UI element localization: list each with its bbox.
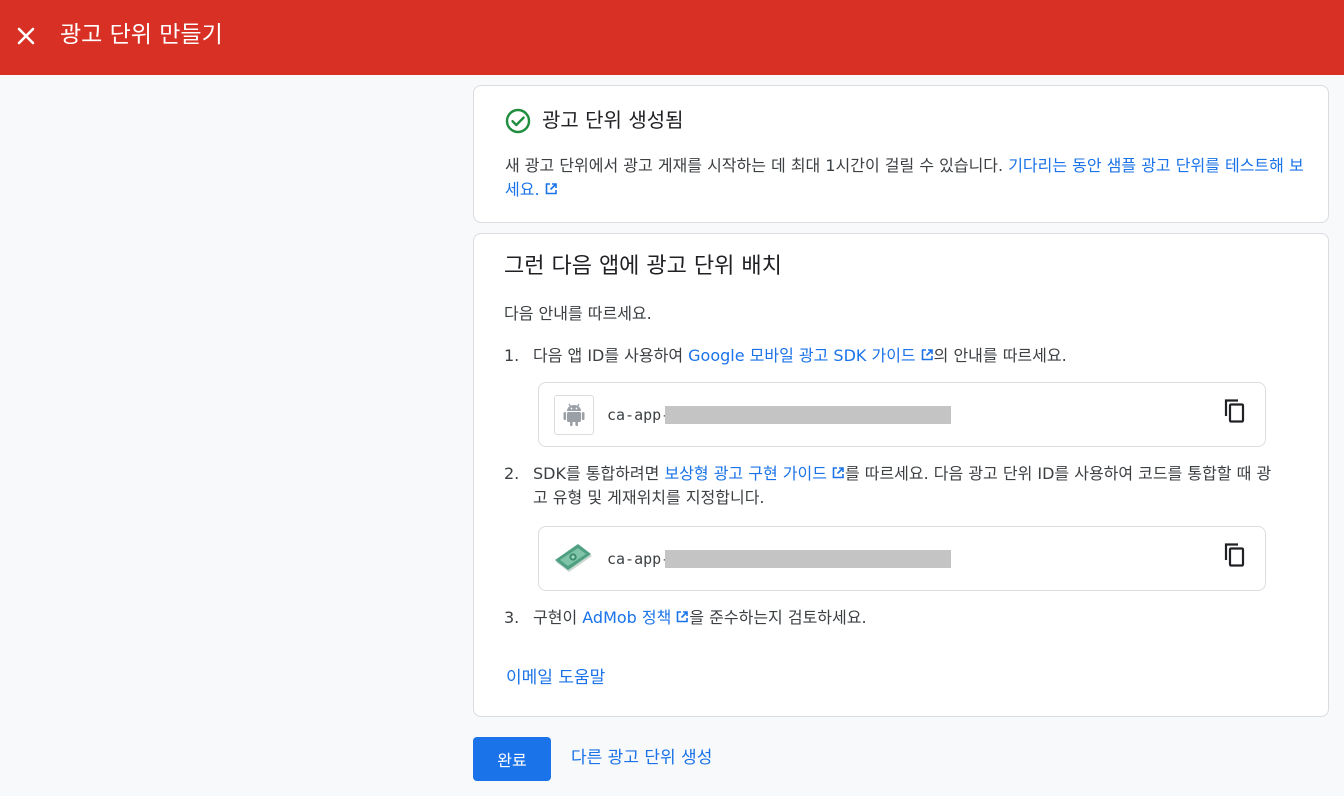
- email-help-link[interactable]: 이메일 도움말: [506, 666, 605, 690]
- admob-policy-link[interactable]: AdMob 정책: [582, 608, 689, 627]
- top-app-bar: 광고 단위 만들기: [0, 0, 1344, 75]
- mobile-ads-sdk-guide-link-text: Google 모바일 광고 SDK 가이드: [688, 346, 916, 365]
- external-link-icon: [677, 611, 689, 623]
- placement-intro: 다음 안내를 따르세요.: [504, 304, 652, 323]
- create-another-ad-unit-link[interactable]: 다른 광고 단위 생성: [571, 746, 712, 770]
- rewarded-ad-icon: [553, 542, 595, 576]
- check-circle-icon: [505, 108, 531, 134]
- redacted-id: [665, 550, 951, 568]
- ad-unit-created-card: 광고 단위 생성됨 새 광고 단위에서 광고 게재를 시작하는 데 최대 1시간…: [473, 85, 1329, 223]
- android-icon: [554, 395, 594, 435]
- admob-policy-link-text: AdMob 정책: [582, 608, 672, 627]
- done-button[interactable]: 완료: [473, 737, 551, 781]
- rewarded-ad-guide-link[interactable]: 보상형 광고 구현 가이드: [664, 464, 844, 483]
- ad-unit-id-value[interactable]: ca-app-: [607, 548, 670, 570]
- step-number: 1.: [504, 346, 520, 365]
- step-number: 3.: [504, 608, 520, 627]
- ad-unit-id-box: ca-app-: [538, 526, 1266, 591]
- close-icon[interactable]: [14, 24, 38, 48]
- copy-icon[interactable]: [1221, 396, 1249, 424]
- step-text: SDK를 통합하려면 보상형 광고 구현 가이드 를 따르세요. 다음 광고 단위…: [533, 462, 1273, 510]
- step-text-after: 을 준수하는지 검토하세요.: [689, 608, 867, 627]
- step-text: 다음 앱 ID를 사용하여 Google 모바일 광고 SDK 가이드 의 안내를…: [533, 344, 1273, 368]
- app-id-box: ca-app-: [538, 382, 1266, 447]
- step-text: 구현이 AdMob 정책 을 준수하는지 검토하세요.: [533, 606, 1273, 630]
- rewarded-ad-guide-link-text: 보상형 광고 구현 가이드: [664, 464, 827, 483]
- external-link-icon: [921, 349, 933, 361]
- mobile-ads-sdk-guide-link[interactable]: Google 모바일 광고 SDK 가이드: [688, 346, 934, 365]
- placement-card: 그런 다음 앱에 광고 단위 배치 다음 안내를 따르세요. 1. 다음 앱 I…: [473, 233, 1329, 717]
- external-link-icon: [832, 467, 844, 479]
- created-message-text: 새 광고 단위에서 광고 게재를 시작하는 데 최대 1시간이 걸릴 수 있습니…: [505, 156, 1009, 175]
- copy-icon[interactable]: [1221, 540, 1249, 568]
- step-text-before: 다음 앱 ID를 사용하여: [533, 346, 689, 365]
- redacted-id: [665, 406, 951, 424]
- placement-title: 그런 다음 앱에 광고 단위 배치: [504, 254, 782, 279]
- created-message: 새 광고 단위에서 광고 게재를 시작하는 데 최대 1시간이 걸릴 수 있습니…: [505, 154, 1305, 202]
- created-title: 광고 단위 생성됨: [542, 108, 684, 132]
- step-text-before: 구현이: [533, 608, 583, 627]
- external-link-icon: [545, 183, 557, 195]
- page-title: 광고 단위 만들기: [60, 22, 223, 48]
- app-id-value[interactable]: ca-app-: [607, 404, 670, 426]
- step-number: 2.: [504, 464, 520, 483]
- step-text-after: 의 안내를 따르세요.: [933, 346, 1067, 365]
- step-text-before: SDK를 통합하려면: [533, 464, 665, 483]
